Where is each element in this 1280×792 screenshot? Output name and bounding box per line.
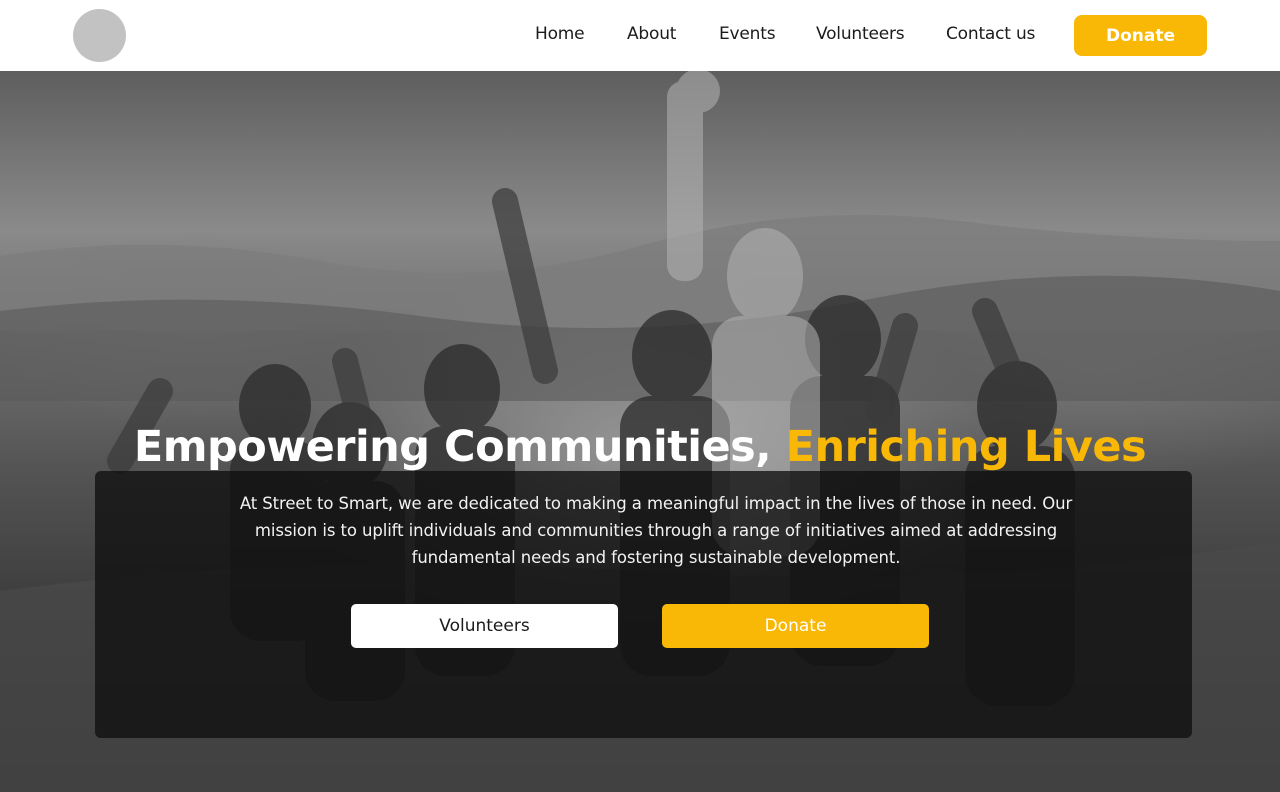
site-header: Home About Events Volunteers Contact us … <box>0 0 1280 71</box>
nav-events[interactable]: Events <box>719 24 776 44</box>
hero-intro-text: At Street to Smart, we are dedicated to … <box>239 494 1073 567</box>
headline-main: Empowering Communities, <box>133 422 772 472</box>
nav-volunteers[interactable]: Volunteers <box>816 24 905 44</box>
volunteers-button[interactable]: Volunteers <box>351 604 618 648</box>
hero-headline: Empowering Communities, Enriching Lives <box>0 422 1280 472</box>
nav-about[interactable]: About <box>627 24 676 44</box>
donate-button[interactable]: Donate <box>662 604 929 648</box>
headline-accent: Enriching Lives <box>785 422 1147 472</box>
nav-contact-us[interactable]: Contact us <box>946 24 1035 44</box>
header-donate-button[interactable]: Donate <box>1074 15 1207 56</box>
nav-home[interactable]: Home <box>535 24 585 44</box>
